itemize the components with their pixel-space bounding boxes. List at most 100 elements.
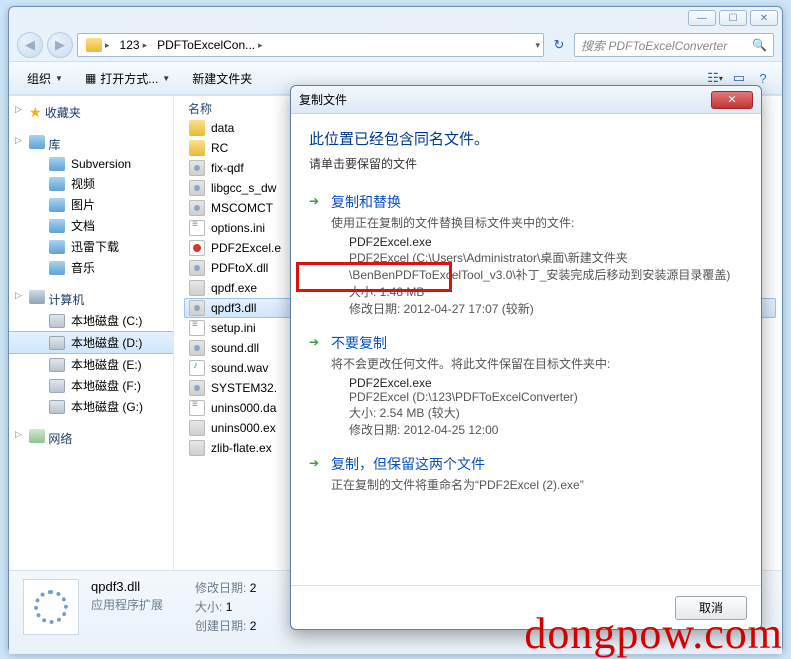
file-name: setup.ini: [211, 321, 256, 335]
breadcrumb-seg[interactable]: PDFToExcelCon...: [157, 38, 255, 52]
option-copy-replace[interactable]: 复制和替换 使用正在复制的文件替换目标文件夹中的文件: PDF2Excel.ex…: [309, 186, 743, 327]
file-thumbnail: [23, 579, 79, 635]
breadcrumb[interactable]: ▸ 123▸ PDFToExcelCon...▸ ▾: [77, 33, 544, 57]
library-icon: [49, 198, 65, 212]
close-button[interactable]: ✕: [750, 10, 778, 26]
nav-computer[interactable]: 计算机: [9, 288, 173, 310]
library-icon: [49, 177, 65, 191]
cancel-button[interactable]: 取消: [675, 596, 747, 620]
nav-library-item[interactable]: 音乐: [9, 257, 173, 278]
nav-library-item[interactable]: 迅雷下载: [9, 236, 173, 257]
file-icon: [189, 320, 205, 336]
file-name: libgcc_s_dw: [211, 181, 276, 195]
search-input[interactable]: 搜索 PDFToExcelConverter 🔍: [574, 33, 774, 57]
nav-pane: ★ 收藏夹 库 Subversion视频图片文档迅雷下载音乐 计算机 本地磁盘 …: [9, 96, 174, 570]
file-name: fix-qdf: [211, 161, 244, 175]
option-desc: 使用正在复制的文件替换目标文件夹中的文件:: [331, 214, 743, 231]
nav-library-item[interactable]: 视频: [9, 173, 173, 194]
conflict-filename: PDF2Excel.exe: [349, 376, 743, 390]
drive-icon: [49, 314, 65, 328]
organize-button[interactable]: 组织 ▼: [17, 66, 73, 91]
file-name: unins000.da: [211, 401, 276, 415]
annotation-highlight: [296, 262, 452, 292]
conflict-path: PDF2Excel (D:\123\PDFToExcelConverter): [349, 390, 743, 404]
computer-icon: [29, 290, 45, 304]
minimize-button[interactable]: —: [688, 10, 716, 26]
file-icon: [189, 140, 205, 156]
file-name: PDFtoX.dll: [211, 261, 268, 275]
dialog-heading: 此位置已经包含同名文件。: [309, 128, 743, 149]
forward-button[interactable]: ▶: [47, 32, 73, 58]
file-name: SYSTEM32.: [211, 381, 277, 395]
nav-network[interactable]: 网络: [9, 427, 173, 449]
file-name: qpdf3.dll: [211, 301, 256, 315]
conflict-date: 修改日期: 2012-04-27 17:07 (较新): [349, 300, 743, 317]
file-icon: [189, 340, 205, 356]
openwith-button[interactable]: ▦ 打开方式... ▼: [75, 66, 180, 91]
file-icon: [189, 240, 205, 256]
file-name: qpdf.exe: [211, 281, 257, 295]
nav-libraries[interactable]: 库: [9, 133, 173, 155]
drive-icon: [49, 400, 65, 414]
conflict-date: 修改日期: 2012-04-25 12:00: [349, 421, 743, 438]
details-filename: qpdf3.dll: [91, 579, 163, 594]
library-icon: [49, 219, 65, 233]
library-icon: [49, 261, 65, 275]
file-name: zlib-flate.ex: [211, 441, 272, 455]
drive-icon: [49, 336, 65, 350]
gear-icon: [34, 590, 68, 624]
option-title: 复制，但保留这两个文件: [331, 454, 743, 474]
file-icon: [189, 360, 205, 376]
nav-drive-item[interactable]: 本地磁盘 (E:): [9, 354, 173, 375]
folder-icon: [86, 38, 102, 52]
copy-conflict-dialog: 复制文件 ✕ 此位置已经包含同名文件。 请单击要保留的文件 复制和替换 使用正在…: [290, 85, 762, 630]
option-desc: 正在复制的文件将重命名为“PDF2Excel (2).exe”: [331, 476, 743, 493]
option-desc: 将不会更改任何文件。将此文件保留在目标文件夹中:: [331, 355, 743, 372]
nav-favorites[interactable]: ★ 收藏夹: [9, 102, 173, 123]
file-icon: [189, 200, 205, 216]
drive-icon: [49, 379, 65, 393]
refresh-button[interactable]: ↻: [548, 37, 570, 53]
option-keep-both[interactable]: 复制，但保留这两个文件 正在复制的文件将重命名为“PDF2Excel (2).e…: [309, 448, 743, 507]
option-dont-copy[interactable]: 不要复制 将不会更改任何文件。将此文件保留在目标文件夹中: PDF2Excel.…: [309, 327, 743, 448]
file-name: data: [211, 121, 234, 135]
file-icon: [189, 280, 205, 296]
file-name: sound.dll: [211, 341, 259, 355]
back-button[interactable]: ◀: [17, 32, 43, 58]
maximize-button[interactable]: ☐: [719, 10, 747, 26]
nav-library-item[interactable]: 图片: [9, 194, 173, 215]
titlebar: — ☐ ✕: [9, 7, 782, 29]
file-icon: [189, 180, 205, 196]
star-icon: ★: [29, 104, 42, 120]
search-icon: 🔍: [752, 38, 767, 52]
search-placeholder: 搜索 PDFToExcelConverter: [581, 37, 727, 54]
nav-drive-item[interactable]: 本地磁盘 (F:): [9, 375, 173, 396]
file-name: options.ini: [211, 221, 265, 235]
file-icon: [189, 440, 205, 456]
dialog-title: 复制文件: [299, 91, 347, 108]
file-name: RC: [211, 141, 228, 155]
nav-library-item[interactable]: 文档: [9, 215, 173, 236]
newfolder-button[interactable]: 新建文件夹: [182, 66, 262, 91]
breadcrumb-seg[interactable]: 123: [120, 38, 140, 52]
file-name: PDF2Excel.e: [211, 241, 281, 255]
file-icon: [189, 220, 205, 236]
conflict-size: 大小: 2.54 MB (较大): [349, 404, 743, 421]
library-icon: [49, 240, 65, 254]
column-header-name[interactable]: 名称: [188, 100, 212, 117]
nav-drive-item[interactable]: 本地磁盘 (C:): [9, 310, 173, 331]
conflict-filename: PDF2Excel.exe: [349, 235, 743, 249]
file-icon: [189, 120, 205, 136]
nav-drive-item[interactable]: 本地磁盘 (D:): [9, 331, 173, 354]
file-name: sound.wav: [211, 361, 268, 375]
nav-library-item[interactable]: Subversion: [9, 155, 173, 173]
option-title: 复制和替换: [331, 192, 743, 212]
library-icon: [29, 135, 45, 149]
nav-drive-item[interactable]: 本地磁盘 (G:): [9, 396, 173, 417]
file-icon: [189, 260, 205, 276]
dialog-close-button[interactable]: ✕: [711, 91, 753, 109]
file-icon: [189, 300, 205, 316]
dialog-titlebar: 复制文件 ✕: [291, 86, 761, 114]
breadcrumb-drop-icon[interactable]: ▾: [535, 40, 540, 51]
address-bar-row: ◀ ▶ ▸ 123▸ PDFToExcelCon...▸ ▾ ↻ 搜索 PDFT…: [9, 29, 782, 61]
